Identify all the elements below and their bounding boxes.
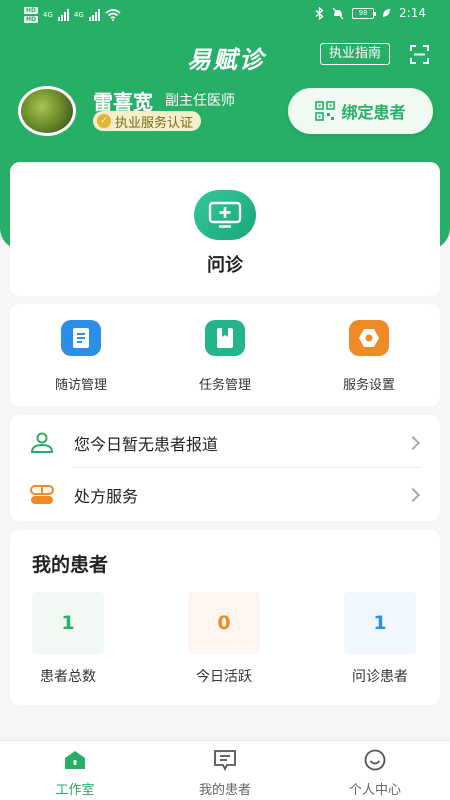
pill-icon [30, 485, 54, 504]
signal1-icon [57, 9, 69, 21]
mute-icon [332, 7, 344, 19]
signal2-icon [88, 9, 100, 21]
tab-my-patients-label: 我的患者 [198, 783, 251, 798]
stat-value: 0 [188, 592, 260, 654]
tab-personal-center-label: 个人中心 [348, 783, 401, 798]
tools-card: 随访管理 任务管理 服务设置 [10, 304, 440, 406]
list-card: 您今日暂无患者报道 处方服务 [10, 415, 440, 521]
document-icon [61, 320, 101, 356]
tab-my-patients[interactable]: 我的患者 [170, 749, 280, 798]
battery-icon: 98 [352, 7, 377, 19]
consult-card[interactable]: 问诊 [10, 162, 440, 296]
qrcode-icon [315, 101, 336, 121]
clock: 2:14 [399, 6, 426, 20]
tab-studio[interactable]: 工作室 [20, 749, 130, 798]
follow-up-label: 随访管理 [54, 378, 107, 393]
net1-label: 4G [43, 11, 53, 19]
daily-report-label: 您今日暂无患者报道 [74, 435, 219, 454]
app-logo: 易赋诊 [187, 46, 265, 74]
service-settings[interactable]: 服务设置 [314, 320, 424, 393]
stat-label: 今日活跃 [196, 669, 252, 685]
practice-guide-button[interactable]: 执业指南 [320, 43, 390, 65]
daily-report-row[interactable]: 您今日暂无患者报道 [10, 417, 440, 469]
doctor-title: 副主任医师 [165, 93, 235, 109]
bind-patient-label: 绑定患者 [341, 103, 406, 122]
task-management[interactable]: 任务管理 [170, 320, 280, 393]
prescription-row[interactable]: 处方服务 [10, 469, 440, 521]
leaf-icon [383, 9, 391, 17]
bottom-tab-bar: 工作室 我的患者 个人中心 [0, 740, 450, 800]
verified-icon: ✓ [97, 114, 111, 128]
person-icon [30, 432, 54, 453]
service-settings-label: 服务设置 [342, 378, 395, 393]
stat-total-patients[interactable]: 1 患者总数 [13, 592, 123, 686]
chevron-right-icon [405, 487, 421, 503]
smile-icon [364, 749, 386, 771]
stat-label: 问诊患者 [352, 669, 408, 685]
stat-value: 1 [32, 592, 104, 654]
scan-icon[interactable] [410, 45, 429, 64]
bind-patient-button[interactable]: 绑定患者 [288, 88, 433, 134]
my-patients-card: 我的患者 1 患者总数 0 今日活跃 1 问诊患者 [10, 530, 440, 705]
follow-up-management[interactable]: 随访管理 [26, 320, 136, 393]
status-bar: HD HD 4G 4G 98 2:14 [0, 0, 450, 30]
stat-label: 患者总数 [40, 669, 96, 685]
tab-studio-label: 工作室 [55, 783, 95, 798]
row-divider [72, 467, 422, 468]
net2-label: 4G [73, 11, 84, 19]
doctor-avatar[interactable] [18, 86, 76, 136]
bookmark-icon [205, 320, 245, 356]
system-status: 98 2:14 [315, 6, 426, 20]
certification-badge[interactable]: ✓ 执业服务认证 [93, 111, 202, 131]
home-icon [65, 751, 85, 769]
task-label: 任务管理 [198, 378, 251, 393]
bluetooth-icon [315, 6, 324, 20]
prescription-label: 处方服务 [74, 487, 139, 506]
message-icon [214, 750, 236, 772]
certification-label: 执业服务认证 [115, 115, 194, 131]
sim2-label: HD [24, 16, 39, 23]
network-status: HD HD 4G 4G [24, 7, 121, 23]
sim1-label: HD [24, 7, 39, 14]
tab-personal-center[interactable]: 个人中心 [320, 749, 430, 798]
monitor-plus-icon [194, 190, 256, 240]
my-patients-title: 我的患者 [32, 554, 109, 576]
chevron-right-icon [405, 435, 421, 451]
stat-value: 1 [344, 592, 416, 654]
sim-indicators: HD HD [24, 7, 39, 23]
stat-consult-patients[interactable]: 1 问诊患者 [325, 592, 435, 686]
stat-active-today[interactable]: 0 今日活跃 [169, 592, 279, 686]
wifi-icon [105, 9, 121, 21]
consult-label: 问诊 [207, 255, 243, 276]
settings-icon [349, 320, 389, 356]
